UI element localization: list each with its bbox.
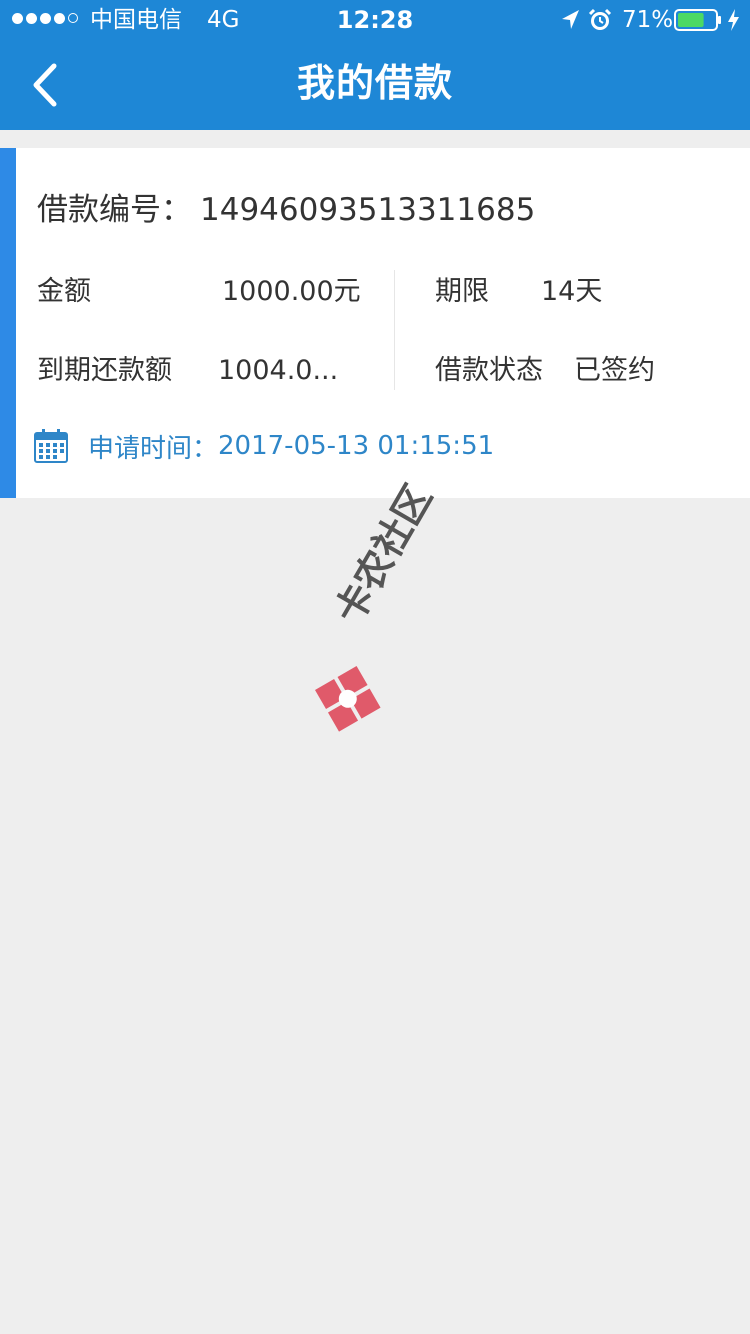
term-label: 期限 xyxy=(435,276,489,307)
alarm-clock-icon xyxy=(588,8,612,30)
apply-time-label: 申请时间： xyxy=(88,433,219,464)
repay-amount-value: 1004.0... xyxy=(218,355,339,386)
repay-amount-label: 到期还款额 xyxy=(37,355,172,386)
status-bar: 中国电信 4G 12:28 71% xyxy=(0,0,750,40)
column-divider xyxy=(394,270,395,390)
apply-time-row: 申请时间： 2017-05-13 01:15:51 xyxy=(34,426,494,466)
amount-value: 1000.00元 xyxy=(222,276,361,307)
loan-status-value: 已签约 xyxy=(574,355,655,386)
amount-label: 金额 xyxy=(37,276,91,307)
loan-number-label: 借款编号： xyxy=(37,192,192,228)
loan-card[interactable]: 借款编号： 14946093513311685 金额 1000.00元 期限 14… xyxy=(0,148,750,498)
term-value: 14天 xyxy=(541,276,603,307)
battery-percent: 71% xyxy=(622,7,674,33)
loan-number-value: 14946093513311685 xyxy=(200,192,536,228)
top-bar: 中国电信 4G 12:28 71% 我的借款 xyxy=(0,0,750,130)
loan-number-row: 借款编号： 14946093513311685 xyxy=(37,188,535,232)
location-arrow-icon xyxy=(562,10,579,29)
calendar-icon xyxy=(34,429,68,463)
battery-icon xyxy=(674,9,721,31)
page-title: 我的借款 xyxy=(296,61,453,105)
card-accent-bar xyxy=(0,148,16,498)
loan-status-label: 借款状态 xyxy=(435,355,543,386)
apply-time-value: 2017-05-13 01:15:51 xyxy=(218,431,495,461)
charging-bolt-icon xyxy=(728,9,739,31)
